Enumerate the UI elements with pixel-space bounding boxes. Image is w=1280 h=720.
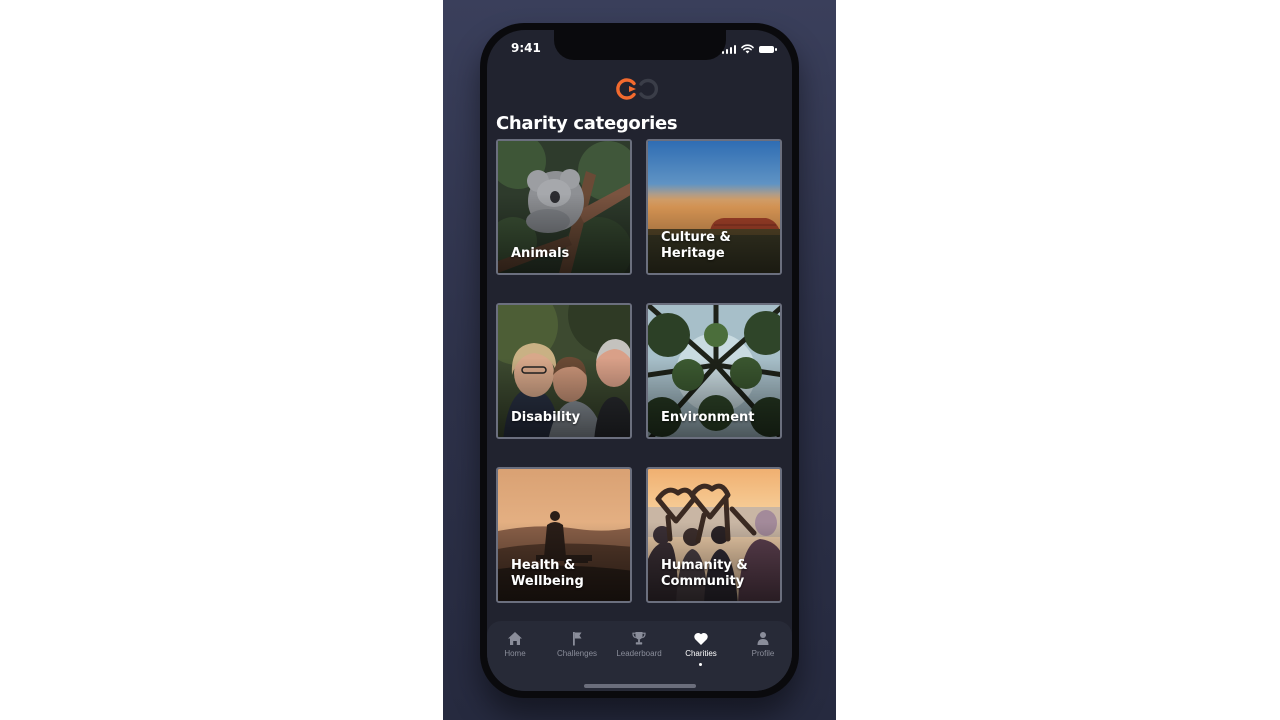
heart-icon xyxy=(694,632,708,645)
flag-icon xyxy=(573,632,582,646)
category-card-health-wellbeing[interactable]: Health & Wellbeing xyxy=(496,467,632,603)
tab-profile[interactable]: Profile xyxy=(733,631,792,658)
category-label: Environment xyxy=(661,410,755,425)
tab-label: Home xyxy=(504,649,526,658)
status-time: 9:41 xyxy=(511,41,541,55)
tab-charities[interactable]: Charities xyxy=(671,631,731,658)
category-label: Health & Wellbeing xyxy=(511,558,584,589)
wifi-icon xyxy=(741,44,754,54)
category-card-animals[interactable]: Animals xyxy=(496,139,632,275)
category-label: Culture & Heritage xyxy=(661,230,731,261)
trophy-icon xyxy=(632,632,646,645)
category-label: Disability xyxy=(511,410,581,425)
tab-label: Charities xyxy=(685,649,717,658)
category-label: Humanity & Community xyxy=(661,558,748,589)
app-logo xyxy=(616,78,659,100)
category-card-disability[interactable]: Disability xyxy=(496,303,632,439)
tab-label: Profile xyxy=(751,649,775,658)
active-tab-indicator xyxy=(699,663,702,666)
status-icons xyxy=(721,44,777,54)
home-icon xyxy=(508,632,522,645)
tab-label: Challenges xyxy=(556,649,598,658)
category-card-environment[interactable]: Environment xyxy=(646,303,782,439)
battery-icon xyxy=(759,45,777,53)
person-icon xyxy=(757,632,769,645)
tab-challenges[interactable]: Challenges xyxy=(547,631,607,658)
tab-bar: Home Challenges Leaderboard Charities Pr… xyxy=(487,621,792,691)
tab-label: Leaderboard xyxy=(616,649,662,658)
category-card-culture-heritage[interactable]: Culture & Heritage xyxy=(646,139,782,275)
tab-home[interactable]: Home xyxy=(487,631,545,658)
category-card-humanity-community[interactable]: Humanity & Community xyxy=(646,467,782,603)
app-screen: 9:41 Charity categories Animals Culture … xyxy=(487,30,792,691)
notch xyxy=(554,30,726,60)
home-indicator[interactable] xyxy=(584,684,696,688)
tab-leaderboard[interactable]: Leaderboard xyxy=(609,631,669,658)
category-label: Animals xyxy=(511,246,570,261)
page-title: Charity categories xyxy=(496,113,678,134)
phone-frame: 9:41 Charity categories Animals Culture … xyxy=(480,23,799,698)
